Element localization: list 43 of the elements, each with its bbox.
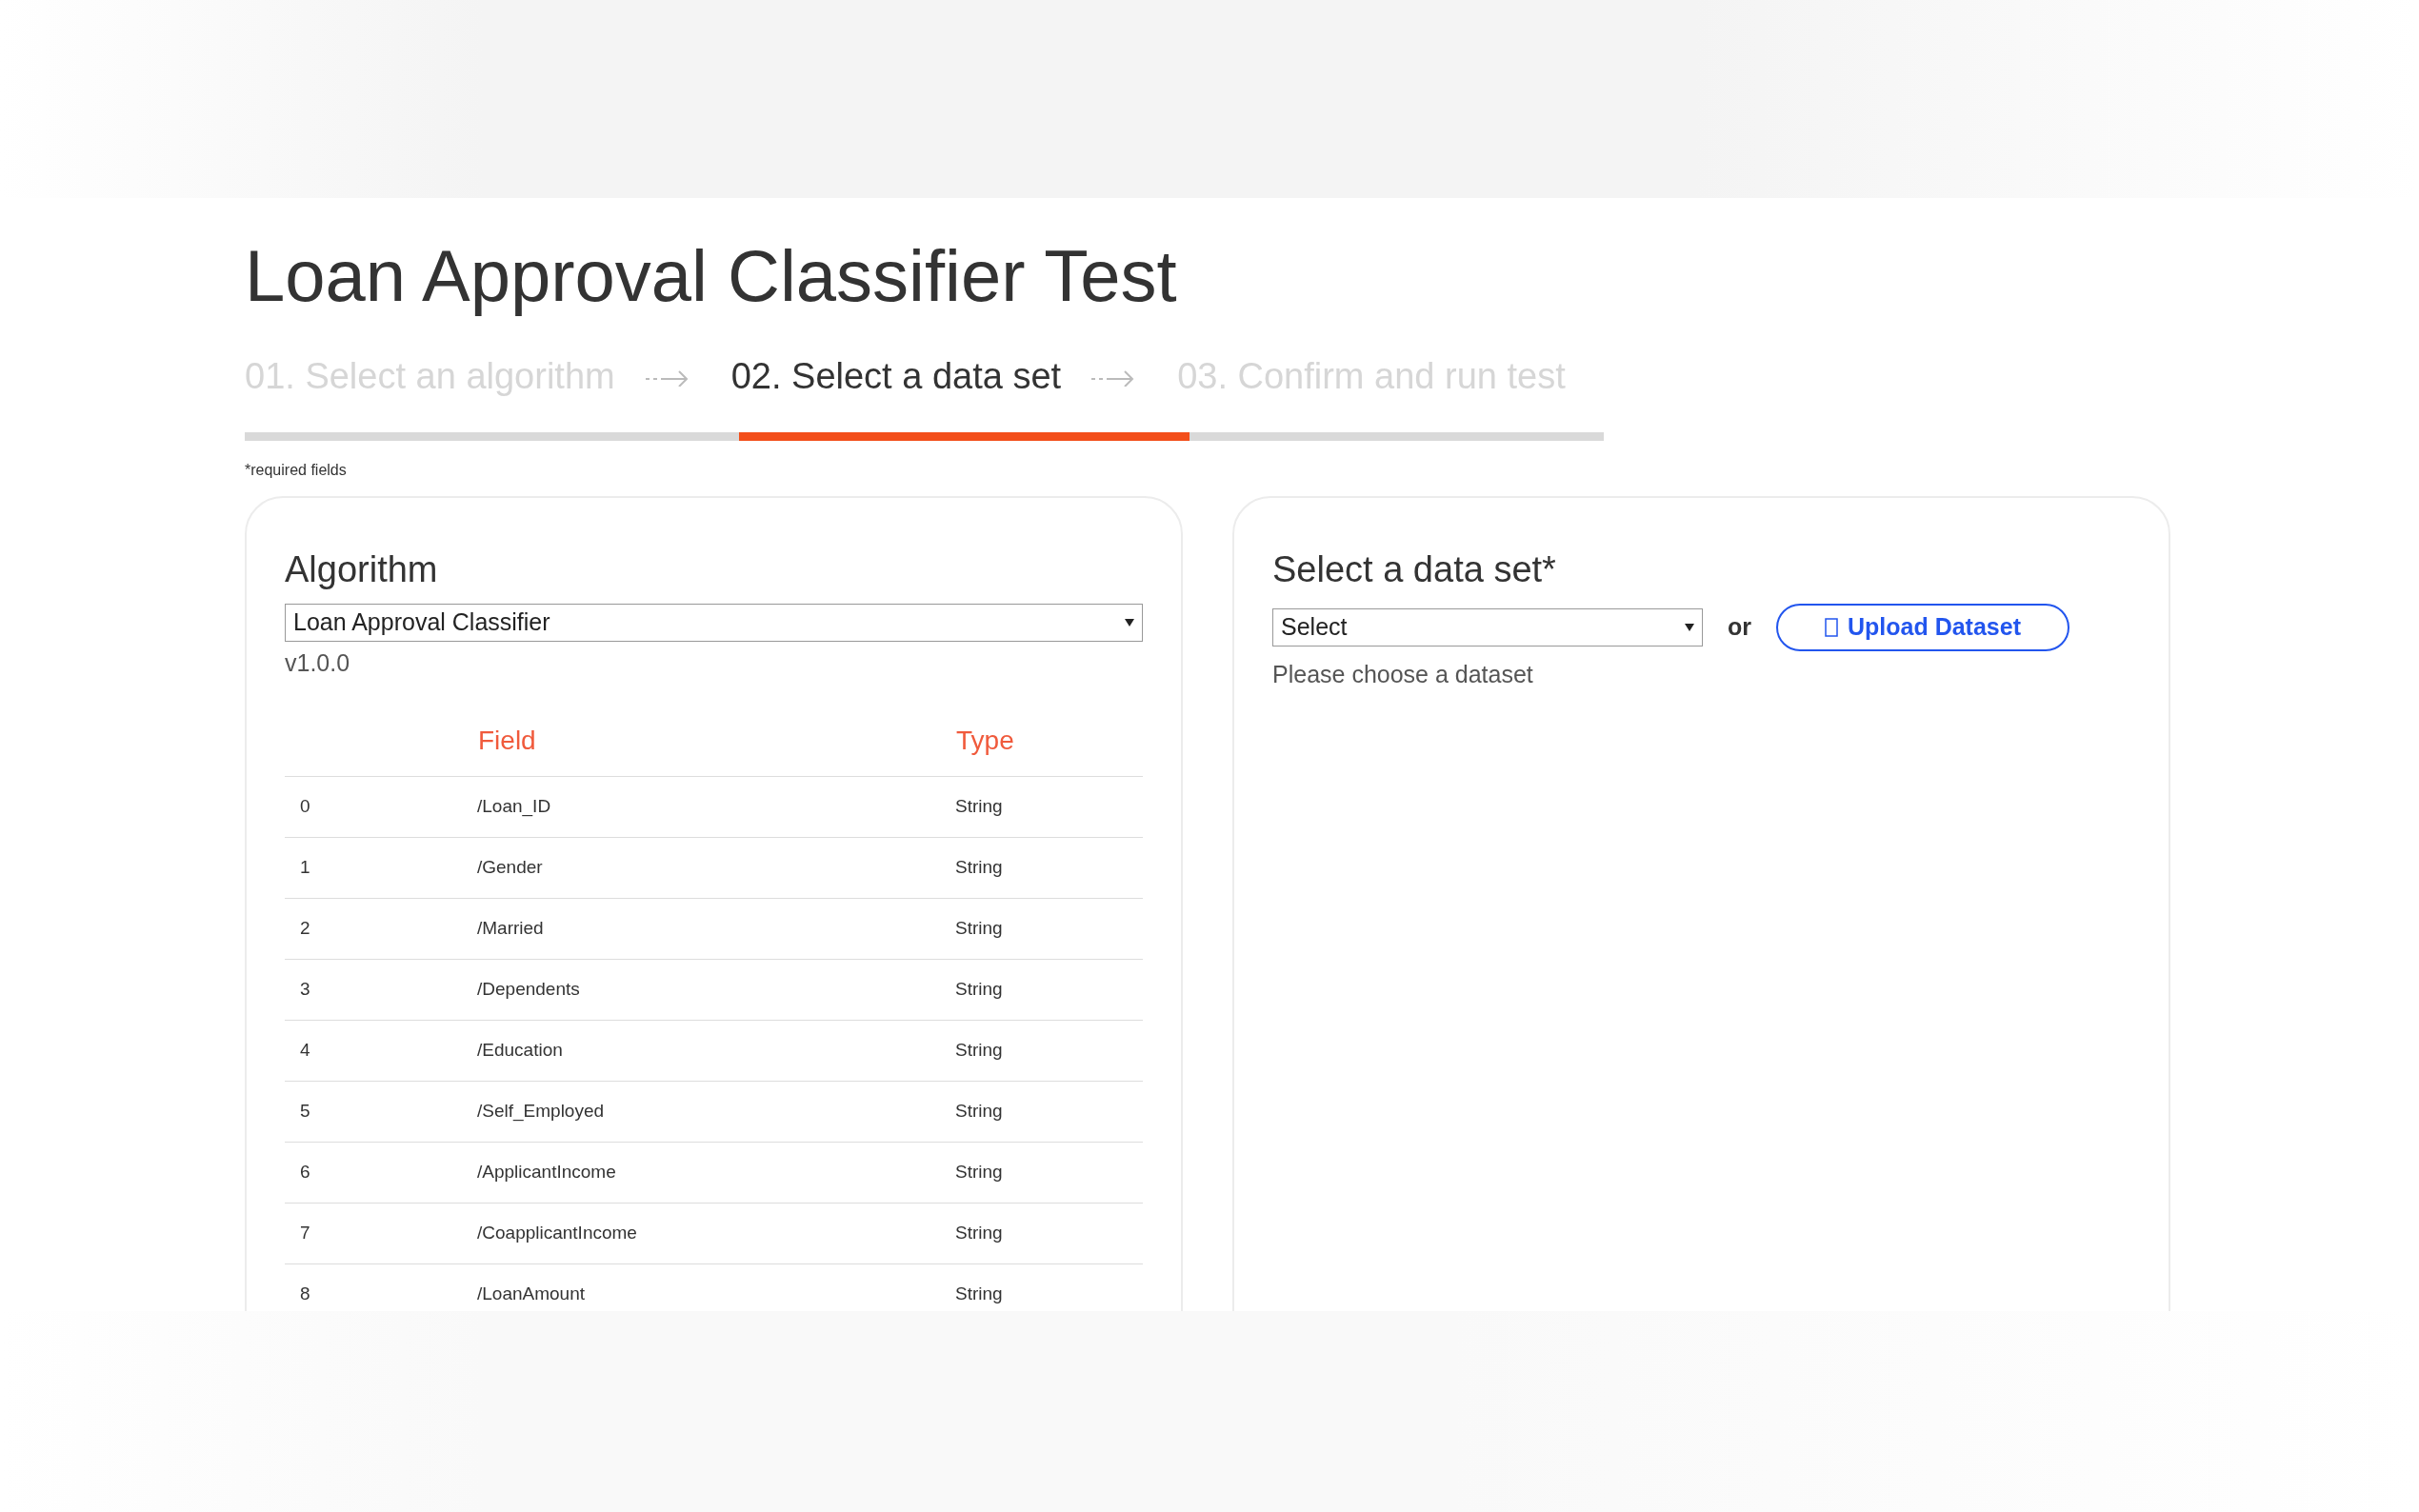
row-index: 3 (300, 979, 310, 1000)
required-note: *required fields (245, 461, 348, 479)
field-cell: /Education (477, 1040, 563, 1061)
column-header: Field (478, 725, 536, 755)
row-index: 0 (300, 796, 310, 817)
type-cell: String (955, 979, 1003, 1000)
row-index: 4 (300, 1040, 310, 1061)
or-label: or (1728, 613, 1751, 642)
field-cell: /Self_Employed (477, 1101, 605, 1122)
type-cell: String (955, 857, 1003, 878)
type-cell: String (955, 918, 1003, 939)
row-index: 2 (300, 918, 310, 939)
row-index: 5 (300, 1101, 310, 1122)
upload-icon (1825, 617, 1838, 637)
card-heading: Algorithm (285, 548, 439, 590)
row-index: 8 (300, 1283, 310, 1304)
field-cell: /CoapplicantIncome (477, 1223, 637, 1243)
caret-icon (1685, 623, 1694, 631)
type-cell: String (955, 1040, 1003, 1061)
field-cell: /ApplicantIncome (477, 1162, 616, 1183)
type-cell: String (955, 1162, 1003, 1183)
type-cell: String (955, 1223, 1003, 1243)
row-index: 6 (300, 1162, 310, 1183)
type-cell: String (955, 796, 1003, 817)
field-cell: /LoanAmount (477, 1283, 586, 1304)
row-index: 1 (300, 857, 310, 878)
algorithm-select[interactable]: Loan Approval Classifier (285, 603, 1143, 642)
type-cell: String (955, 1283, 1003, 1304)
field-cell: /Loan_ID (477, 796, 551, 817)
field-cell: /Dependents (477, 979, 580, 1000)
field-cell: /Married (477, 918, 544, 939)
row-index: 7 (300, 1223, 310, 1243)
dataset-hint: Please choose a dataset (1272, 660, 1534, 688)
page-title: Loan Approval Classifier Test (245, 236, 1178, 316)
version-label: v1.0.0 (285, 648, 351, 677)
dataset-select[interactable]: Select (1272, 607, 1703, 647)
field-cell: /Gender (477, 857, 543, 878)
column-header: Type (956, 725, 1014, 755)
caret-icon (1125, 618, 1134, 627)
step-tab[interactable]: 02. Select a data set (730, 356, 1062, 398)
card-heading: Select a data set* (1272, 548, 1557, 590)
upload-button[interactable]: Upload Dataset (1776, 603, 2069, 651)
type-cell: String (955, 1101, 1003, 1122)
